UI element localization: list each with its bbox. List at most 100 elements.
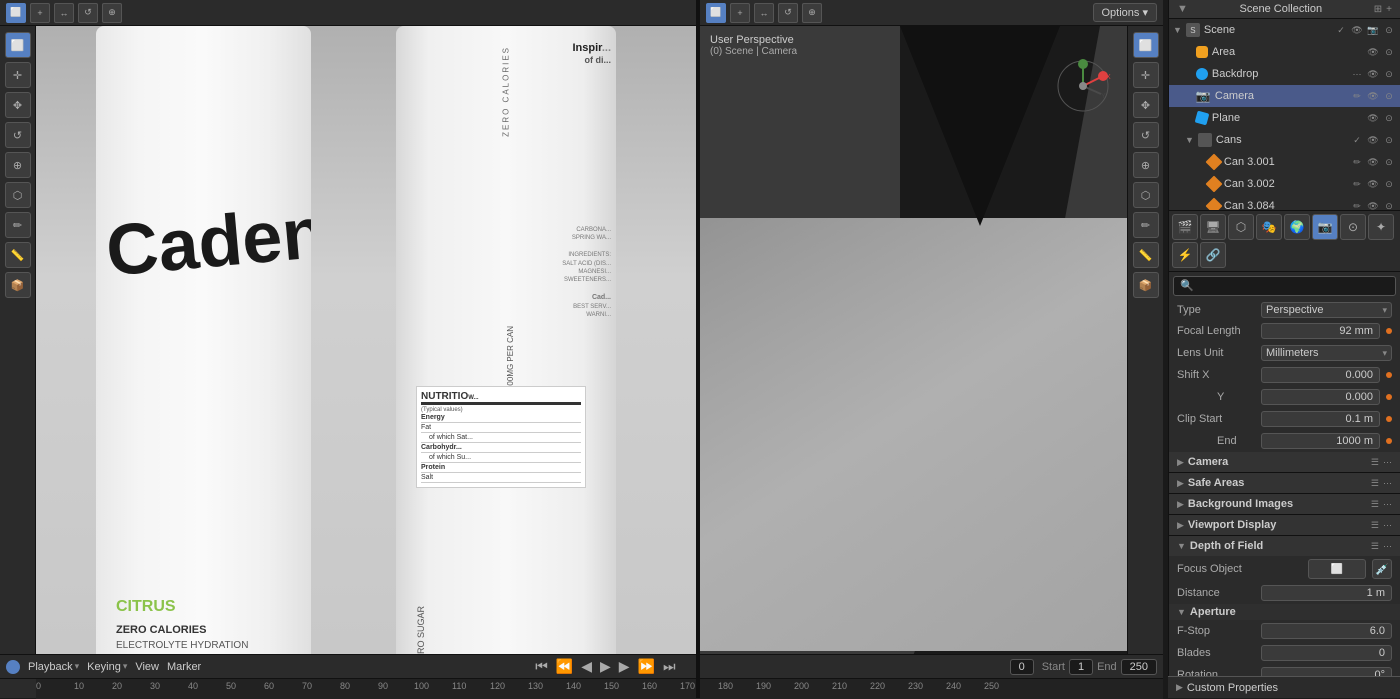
- dof-dots-icon[interactable]: ⋯: [1383, 541, 1392, 552]
- toolbar-move-btn[interactable]: ↔: [54, 3, 74, 23]
- can3002-eye-icon[interactable]: 👁: [1366, 177, 1380, 191]
- clip-end-keyframe[interactable]: [1386, 438, 1392, 444]
- scene-item-can3001[interactable]: ▶ Can 3.001 ✏ 👁 ⊙: [1169, 151, 1400, 173]
- options-dropdown-right[interactable]: Options ▾: [1093, 3, 1158, 22]
- toolbar-select-btn[interactable]: ⬜: [6, 3, 26, 23]
- can3001-render-icon[interactable]: ⊙: [1382, 155, 1396, 169]
- aperture-header[interactable]: ▼ Aperture: [1169, 604, 1400, 620]
- tool-add[interactable]: 📦: [5, 272, 31, 298]
- scene-item-scene[interactable]: ▼ S Scene ✓ 👁 📷 ⊙: [1169, 19, 1400, 41]
- scene-filter-icon[interactable]: ⊞: [1374, 4, 1382, 15]
- view-menu[interactable]: View: [135, 661, 159, 673]
- tool-measure[interactable]: 📏: [5, 242, 31, 268]
- fstop-value[interactable]: 6.0: [1261, 623, 1392, 639]
- can3002-edit-icon[interactable]: ✏: [1350, 177, 1364, 191]
- tool-transform[interactable]: ⬡: [5, 182, 31, 208]
- prop-object-data-icon[interactable]: 📷: [1312, 214, 1338, 240]
- vp-tool-select[interactable]: ⬜: [1133, 32, 1159, 58]
- lens-unit-select[interactable]: Millimeters ▾: [1261, 345, 1392, 361]
- toolbar-scale-btn[interactable]: ⊕: [102, 3, 122, 23]
- current-frame-indicator[interactable]: 0: [1010, 659, 1034, 675]
- safe-areas-dots-icon[interactable]: ⋯: [1383, 478, 1392, 489]
- focal-length-keyframe[interactable]: [1386, 328, 1392, 334]
- area-eye-icon[interactable]: 👁: [1366, 45, 1380, 59]
- focus-eyedrop-btn[interactable]: 💉: [1372, 559, 1392, 579]
- bg-images-dots-icon[interactable]: ⋯: [1383, 499, 1392, 510]
- toolbar-right-scale[interactable]: ⊕: [802, 3, 822, 23]
- vp-display-dots-icon[interactable]: ⋯: [1383, 520, 1392, 531]
- prop-physics-icon[interactable]: ⚡: [1172, 242, 1198, 268]
- tool-scale[interactable]: ⊕: [5, 152, 31, 178]
- clip-start-value[interactable]: 0.1 m: [1261, 411, 1380, 427]
- background-images-header[interactable]: ▶ Background Images ☰ ⋯: [1169, 494, 1400, 514]
- scene-camera-ctrl-icon[interactable]: 📷: [1366, 23, 1380, 37]
- scene-check-icon[interactable]: ✓: [1334, 23, 1348, 37]
- jump-end-btn[interactable]: ⏭: [663, 658, 676, 675]
- tool-select[interactable]: ⬜: [5, 32, 31, 58]
- scene-item-area[interactable]: ▶ Area 👁 ⊙: [1169, 41, 1400, 63]
- scene-item-cans[interactable]: ▼ Cans ✓ 👁 ⊙: [1169, 129, 1400, 151]
- prop-constraints-icon[interactable]: 🔗: [1200, 242, 1226, 268]
- end-frame[interactable]: 250: [1121, 659, 1157, 675]
- scene-eye-icon[interactable]: 👁: [1350, 23, 1364, 37]
- shift-y-value[interactable]: 0.000: [1261, 389, 1380, 405]
- toolbar-right-cursor[interactable]: +: [730, 3, 750, 23]
- cans-check-icon[interactable]: ✓: [1350, 133, 1364, 147]
- timeline-numbers-bar[interactable]: 0 10 20 30 40 50 60 70 80 90 100 110 120…: [36, 679, 1163, 699]
- next-frame-btn[interactable]: ⏩: [638, 658, 655, 675]
- vp-tool-measure[interactable]: 📏: [1133, 242, 1159, 268]
- vp-tool-transform[interactable]: ⬡: [1133, 182, 1159, 208]
- prev-key-btn[interactable]: ◀: [581, 658, 592, 675]
- backdrop-filter-icon[interactable]: ⋯: [1350, 67, 1364, 81]
- vp-tool-rotate[interactable]: ↺: [1133, 122, 1159, 148]
- vp-tool-scale[interactable]: ⊕: [1133, 152, 1159, 178]
- marker-menu[interactable]: Marker: [167, 661, 201, 673]
- camera-section-list-icon[interactable]: ☰: [1371, 457, 1379, 468]
- toolbar-right-rotate[interactable]: ↺: [778, 3, 798, 23]
- shift-y-keyframe[interactable]: [1386, 394, 1392, 400]
- viewport-display-header[interactable]: ▶ Viewport Display ☰ ⋯: [1169, 515, 1400, 535]
- playback-menu[interactable]: Playback ▾: [28, 661, 79, 673]
- toolbar-right-select[interactable]: ⬜: [706, 3, 726, 23]
- prop-scene-icon[interactable]: 🎭: [1256, 214, 1282, 240]
- can3084-render-icon[interactable]: ⊙: [1382, 199, 1396, 210]
- can3002-render-icon[interactable]: ⊙: [1382, 177, 1396, 191]
- camera-render-icon[interactable]: ⊙: [1382, 89, 1396, 103]
- start-frame[interactable]: 1: [1069, 659, 1093, 675]
- prev-frame-btn[interactable]: ⏪: [556, 658, 573, 675]
- can3084-eye-icon[interactable]: 👁: [1366, 199, 1380, 210]
- cans-render-icon[interactable]: ⊙: [1382, 133, 1396, 147]
- dof-header[interactable]: ▼ Depth of Field ☰ ⋯: [1169, 536, 1400, 556]
- clip-end-value[interactable]: 1000 m: [1261, 433, 1380, 449]
- blades-value[interactable]: 0: [1261, 645, 1392, 661]
- can3001-edit-icon[interactable]: ✏: [1350, 155, 1364, 169]
- scene-item-backdrop[interactable]: ▶ Backdrop ⋯ 👁 ⊙: [1169, 63, 1400, 85]
- viewport-gizmo[interactable]: X Y: [1053, 56, 1113, 116]
- keying-menu[interactable]: Keying ▾: [87, 661, 127, 673]
- prop-world-icon[interactable]: 🌍: [1284, 214, 1310, 240]
- scene-add-icon[interactable]: +: [1386, 4, 1392, 15]
- jump-start-btn[interactable]: ⏮: [535, 658, 548, 675]
- toolbar-rotate-btn[interactable]: ↺: [78, 3, 98, 23]
- scene-item-camera[interactable]: ▶ 📷 Camera ✏ 👁 ⊙: [1169, 85, 1400, 107]
- prop-view-layer-icon[interactable]: ⬡: [1228, 214, 1254, 240]
- scene-item-can3002[interactable]: ▶ Can 3.002 ✏ 👁 ⊙: [1169, 173, 1400, 195]
- focus-object-field[interactable]: ⬜: [1308, 559, 1366, 579]
- backdrop-render-icon[interactable]: ⊙: [1382, 67, 1396, 81]
- vp-tool-move[interactable]: ✥: [1133, 92, 1159, 118]
- vp-tool-annotate[interactable]: ✏: [1133, 212, 1159, 238]
- viewport-left[interactable]: Cadence™ CITRUS ZERO CALORIES ELECTROLYT…: [36, 26, 696, 656]
- scene-item-can3084[interactable]: ▶ Can 3.084 ✏ 👁 ⊙: [1169, 195, 1400, 210]
- safe-areas-header[interactable]: ▶ Safe Areas ☰ ⋯: [1169, 473, 1400, 493]
- prop-render-icon[interactable]: 🎬: [1172, 214, 1198, 240]
- camera-section-dots-icon[interactable]: ⋯: [1383, 457, 1392, 468]
- cans-eye-icon[interactable]: 👁: [1366, 133, 1380, 147]
- shift-x-value[interactable]: 0.000: [1261, 367, 1380, 383]
- prop-output-icon[interactable]: 🖥: [1200, 214, 1226, 240]
- scene-item-plane[interactable]: ▶ Plane 👁 ⊙: [1169, 107, 1400, 129]
- properties-search-input[interactable]: [1173, 276, 1396, 296]
- distance-value[interactable]: 1 m: [1261, 585, 1392, 601]
- plane-render-icon[interactable]: ⊙: [1382, 111, 1396, 125]
- play-btn[interactable]: ▶: [600, 658, 611, 675]
- plane-eye-icon[interactable]: 👁: [1366, 111, 1380, 125]
